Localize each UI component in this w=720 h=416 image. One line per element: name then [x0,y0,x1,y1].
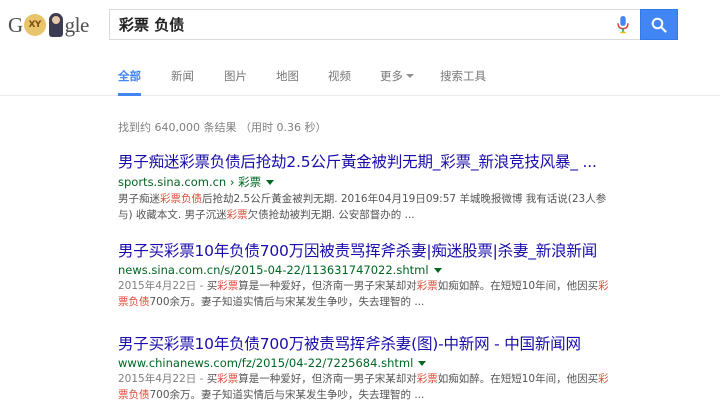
highlighted-term: 彩票 [416,280,438,292]
chevron-down-icon [406,73,414,78]
snippet-text: 如痴如醉。在短短10年间，他因买 [437,280,599,292]
snippet-text: 欠债抢劫被判无期. 公安部督办的 ... [247,209,415,221]
result-url-text: www.chinanews.com/fz/2015/04-22/7225684.… [118,356,414,370]
header: G XY gle [0,0,720,60]
result-stats: 找到约 640,000 条结果 （用时 0.36 秒） [118,121,327,134]
snippet-text: 如痴如醉。在短短10年间，他因买 [437,373,599,385]
search-box [109,9,640,40]
tab-maps[interactable]: 地图 [276,68,299,96]
result-snippet: 2015年4月22日 - 买彩票算是一种爱好，但济南一男子宋某却对彩票如痴如醉。… [118,371,693,403]
highlighted-term: 票负债 [118,389,150,401]
snippet-date: 2015年4月22日 - [118,373,207,385]
snippet-text: 700余万。妻子知道实情后与宋某发生争吵，失去理智的 ... [149,296,425,308]
tab-search-tools[interactable]: 搜索工具 [440,68,486,96]
snippet-text: 700余万。妻子知道实情后与宋某发生争吵，失去理智的 ... [149,389,425,401]
snippet-line: 2015年4月22日 - 买彩票算是一种爱好，但济南一男子宋某却对彩票如痴如醉。… [118,278,693,294]
result-snippet: 男子痴迷彩票负债后抢劫2.5公斤黃金被判无期. 2016年04月19日09:57… [118,191,693,223]
snippet-text: 与) 收藏本文. 男子沉迷 [118,209,227,221]
snippet-date: 2015年4月22日 - [118,280,207,292]
logo-letter: G [8,12,23,37]
doodle-figure-icon [48,13,63,37]
result-url-text: news.sina.com.cn/s/2015-04-22/1136317470… [118,263,429,277]
result-url: www.chinanews.com/fz/2015/04-22/7225684.… [118,356,698,370]
logo-suffix: gle [64,12,90,37]
highlighted-term: 彩票 [217,373,239,385]
url-dropdown-arrow-icon[interactable] [433,267,442,273]
search-tabs: 全部 新闻 图片 地图 视频 更多 搜索工具 [0,60,720,96]
tab-all[interactable]: 全部 [118,68,141,96]
search-input[interactable] [110,10,590,39]
result-url-text: sports.sina.com.cn › 彩票 [118,175,262,189]
url-dropdown-arrow-icon[interactable] [418,360,427,366]
result-title-link[interactable]: 男子买彩票10年负债700万因被责骂挥斧杀妻|痴迷股票|杀妻_新浪新闻 [118,239,698,261]
snippet-line: 与) 收藏本文. 男子沉迷彩票欠债抢劫被判无期. 公安部督办的 ... [118,207,693,223]
search-result: 男子买彩票10年负债700万被责骂挥斧杀妻(图)-中新网 - 中国新闻网 www… [118,332,698,403]
microphone-icon[interactable] [616,16,630,34]
snippet-line: 票负债700余万。妻子知道实情后与宋某发生争吵，失去理智的 ... [118,294,693,310]
highlighted-term: 彩 [598,280,609,292]
snippet-text: 算是一种爱好，但济南一男子宋某却对 [238,280,417,292]
search-button[interactable] [640,9,678,40]
highlighted-term: 彩票 [217,280,239,292]
search-icon [651,17,667,33]
highlighted-term: 票负债 [118,296,150,308]
snippet-text: 买 [206,280,218,292]
result-snippet: 2015年4月22日 - 买彩票算是一种爱好，但济南一男子宋某却对彩票如痴如醉。… [118,278,693,310]
tab-more[interactable]: 更多 [380,68,414,96]
tab-images[interactable]: 图片 [224,68,247,96]
result-title-link[interactable]: 男子买彩票10年负债700万被责骂挥斧杀妻(图)-中新网 - 中国新闻网 [118,332,698,354]
result-url: sports.sina.com.cn › 彩票 [118,174,698,190]
search-result: 男子痴迷彩票负债后抢劫2.5公斤黃金被判无期_彩票_新浪竞技风暴_ ... sp… [118,150,698,223]
tab-news[interactable]: 新闻 [171,68,194,96]
snippet-text: 算是一种爱好，但济南一男子宋某却对 [238,373,417,385]
highlighted-term: 彩票 [416,373,438,385]
url-dropdown-arrow-icon[interactable] [266,179,275,185]
highlighted-term: 彩 [598,373,609,385]
highlighted-term: 彩票 [226,209,248,221]
tab-videos[interactable]: 视频 [328,68,351,96]
snippet-text: 男子痴迷 [118,193,160,205]
result-title-link[interactable]: 男子痴迷彩票负债后抢劫2.5公斤黃金被判无期_彩票_新浪竞技风暴_ ... [118,150,698,172]
search-result: 男子买彩票10年负债700万因被责骂挥斧杀妻|痴迷股票|杀妻_新浪新闻 news… [118,239,698,310]
highlighted-term: 彩票负债 [160,193,202,205]
snippet-line: 票负债700余万。妻子知道实情后与宋某发生争吵，失去理智的 ... [118,387,693,403]
snippet-text: 后抢劫2.5公斤黃金被判无期. 2016年04月19日09:57 羊城晚报微博 … [202,193,607,205]
snippet-line: 2015年4月22日 - 买彩票算是一种爱好，但济南一男子宋某却对彩票如痴如醉。… [118,371,693,387]
logo-badge: XY [23,14,46,36]
result-url: news.sina.com.cn/s/2015-04-22/1136317470… [118,263,698,277]
snippet-line: 男子痴迷彩票负债后抢劫2.5公斤黃金被判无期. 2016年04月19日09:57… [118,191,693,207]
snippet-text: 买 [206,373,218,385]
google-doodle-logo[interactable]: G XY gle [8,10,100,40]
